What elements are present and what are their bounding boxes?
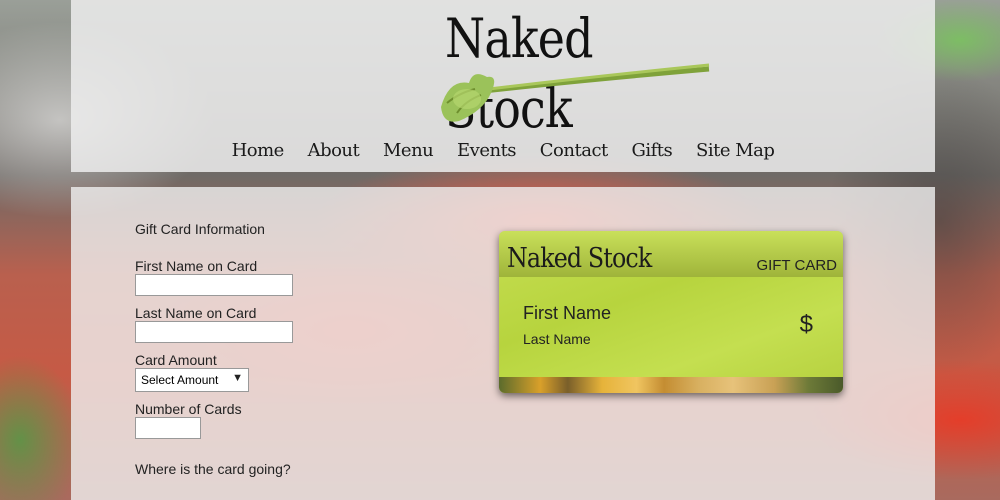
card-dollar-sign: $ [799,311,813,338]
form-section-title: Gift Card Information [135,221,265,237]
nav-about[interactable]: About [308,140,360,161]
card-amount-select[interactable]: Select Amount [135,368,249,392]
card-brand: Naked Stock [507,243,652,274]
nav-menu[interactable]: Menu [383,140,434,161]
card-produce-strip [499,377,843,393]
celery-logo-icon [441,63,710,122]
card-last-name: Last Name [523,331,591,347]
first-name-label: First Name on Card [135,258,258,274]
first-name-field[interactable] [135,274,293,296]
gift-card-form: Gift Card Information First Name on Card… [135,221,435,477]
nav-gifts[interactable]: Gifts [632,140,673,161]
last-name-label: Last Name on Card [135,305,257,321]
gift-card-preview: Naked Stock GIFT CARD First Name Last Na… [499,231,843,393]
main-nav: Home About Menu Events Contact Gifts Sit… [71,140,935,161]
number-of-cards-label: Number of Cards [135,401,242,417]
nav-site-map[interactable]: Site Map [696,140,775,161]
nav-contact[interactable]: Contact [540,140,608,161]
card-amount-label: Card Amount [135,352,217,368]
number-of-cards-field[interactable] [135,417,201,439]
content-panel: Gift Card Information First Name on Card… [71,187,935,500]
site-header: Naked Stock Home About Menu Events Conta… [71,0,935,172]
card-first-name: First Name [523,303,612,323]
destination-label: Where is the card going? [135,461,291,477]
nav-home[interactable]: Home [232,140,285,161]
card-amount-select-wrapper: Select Amount ▼ [135,368,249,392]
card-tag: GIFT CARD [756,257,837,274]
nav-events[interactable]: Events [457,140,517,161]
last-name-field[interactable] [135,321,293,343]
